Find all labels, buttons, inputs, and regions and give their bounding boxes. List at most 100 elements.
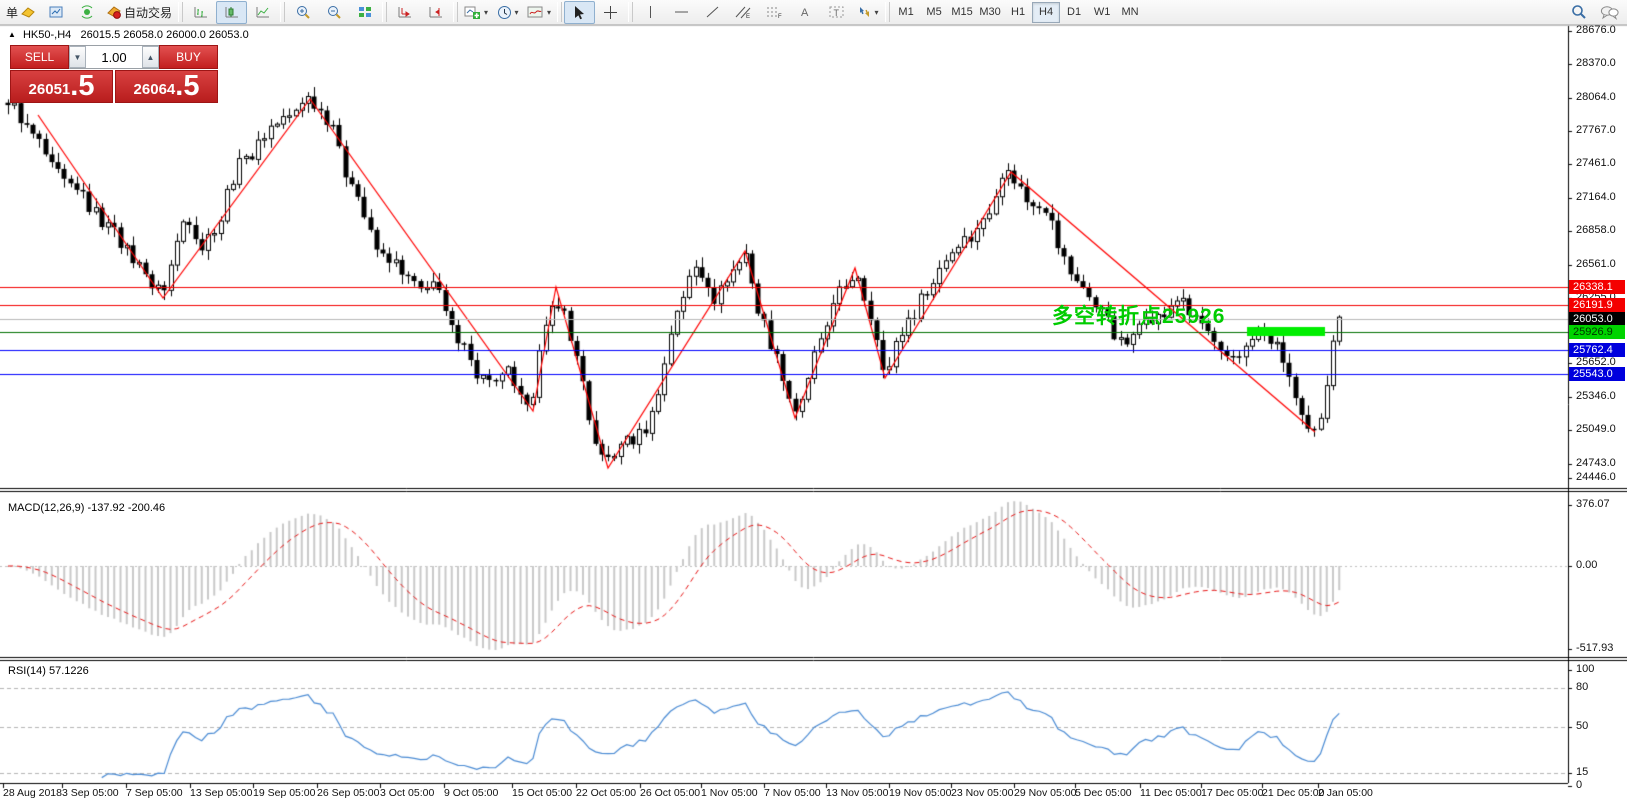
macd-name: MACD(12,26,9): [8, 502, 85, 514]
vertical-line-tool[interactable]: [635, 1, 666, 24]
fibonacci-tool[interactable]: F: [759, 1, 790, 24]
volume-increase-button[interactable]: ▲: [142, 46, 159, 68]
candlestick-chart-button[interactable]: [216, 0, 248, 24]
svg-text:F: F: [778, 14, 782, 19]
sell-button[interactable]: SELL: [10, 45, 69, 69]
svg-text:T: T: [834, 8, 840, 18]
vertical-line-icon: [650, 6, 652, 18]
macd-axis-label: 376.07: [1576, 498, 1610, 510]
toolbar-separator: [557, 2, 563, 22]
price-tag: 25543.0: [1569, 367, 1625, 381]
chart-header: ▲ HK50-,H4 26015.5 26058.0 26000.0 26053…: [8, 29, 249, 41]
toolbar-separator: [382, 2, 388, 22]
timeframe-M1[interactable]: M1: [892, 2, 920, 23]
price-tick-label: 24743.0: [1576, 457, 1616, 469]
tile-windows-icon: [358, 7, 371, 17]
timeframe-M15[interactable]: M15: [948, 2, 976, 23]
time-tick-label: 9 Oct 05:00: [444, 787, 499, 799]
indicators-button[interactable]: ▾: [460, 1, 492, 24]
time-tick-label: 22 Oct 05:00: [576, 787, 637, 799]
price-tick-label: 26561.0: [1576, 258, 1616, 270]
timeframe-W1[interactable]: W1: [1088, 2, 1116, 23]
new-order-button[interactable]: 单: [2, 1, 40, 24]
buy-button[interactable]: BUY: [159, 45, 218, 69]
volume-decrease-button[interactable]: ▼: [69, 46, 86, 68]
toolbar-separator: [453, 2, 459, 22]
templates-button[interactable]: ▾: [523, 1, 555, 24]
time-tick-label: 2 Jan 05:00: [1318, 787, 1373, 799]
macd-axis-label: 0.00: [1576, 559, 1598, 571]
timeframe-M5[interactable]: M5: [920, 2, 948, 23]
dropdown-caret-icon[interactable]: ▾: [484, 8, 488, 17]
search-button[interactable]: [1563, 1, 1594, 24]
arrows-tool[interactable]: ▾: [852, 1, 883, 24]
periods-button[interactable]: ▾: [492, 1, 523, 24]
cursor-tool-button[interactable]: [564, 0, 596, 24]
rsi-axis-label: 80: [1576, 681, 1589, 693]
price-tick-label: 27767.0: [1576, 124, 1616, 136]
chart-shift-icon: [429, 7, 442, 18]
timeframe-MN[interactable]: MN: [1116, 2, 1144, 23]
dropdown-caret-icon[interactable]: ▾: [875, 8, 879, 17]
toolbar-separator: [280, 2, 286, 22]
label-icon: T: [829, 6, 844, 18]
rsi-value: 57.1226: [48, 665, 89, 677]
zoom-out-button[interactable]: [318, 1, 349, 24]
channel-icon: E: [735, 6, 751, 19]
sell-price-frac: .5: [70, 70, 95, 102]
rsi-axis-label: 50: [1576, 720, 1589, 732]
time-tick-label: 7 Sep 05:00: [126, 787, 183, 799]
dropdown-caret-icon[interactable]: ▾: [515, 8, 519, 17]
timeframe-M30[interactable]: M30: [976, 2, 1004, 23]
rsi-axis-label: 0: [1576, 779, 1583, 791]
horizontal-line-tool[interactable]: [666, 1, 697, 24]
bar-chart-button[interactable]: [185, 1, 216, 24]
chart-shift-button[interactable]: [420, 1, 451, 24]
market-watch-button[interactable]: [40, 1, 71, 24]
dropdown-caret-icon[interactable]: ▾: [547, 8, 551, 17]
price-tag: 26338.1: [1569, 280, 1625, 294]
time-tick-label: 26 Sep 05:00: [317, 787, 380, 799]
chart-symbol-period: HK50-,H4: [22, 29, 72, 41]
line-chart-button[interactable]: [247, 1, 278, 24]
text-tool[interactable]: A: [790, 1, 821, 24]
timeframe-H1[interactable]: H1: [1004, 2, 1032, 23]
volume-stepper: ▼ 1.00 ▲: [69, 45, 159, 69]
new-order-icon: [21, 7, 35, 18]
timeframe-D1[interactable]: D1: [1060, 2, 1088, 23]
auto-scroll-button[interactable]: [389, 1, 420, 24]
pivot-annotation-text[interactable]: 多空转折点25926: [1052, 300, 1225, 330]
time-tick-label: 21 Dec 05:00: [1262, 787, 1325, 799]
price-tag: 25926.9: [1569, 325, 1625, 339]
equidistant-channel-tool[interactable]: E: [728, 1, 759, 24]
broadcast-button[interactable]: [71, 1, 102, 24]
time-tick-label: 29 Nov 05:00: [1014, 787, 1077, 799]
buy-price-frac: .5: [175, 70, 200, 102]
bar-chart-icon: [194, 7, 207, 18]
trendline-tool[interactable]: [697, 1, 728, 24]
sell-price-display[interactable]: 26051.5: [10, 70, 113, 103]
collapse-panel-arrow-icon[interactable]: ▲: [8, 30, 16, 39]
chart-window-icon: [49, 6, 63, 18]
chart-canvas[interactable]: [0, 0, 1627, 809]
buy-price-display[interactable]: 26064.5: [115, 70, 218, 103]
macd-value-main: -137.92: [87, 502, 125, 514]
zoom-in-button[interactable]: [287, 1, 318, 24]
macd-label: MACD(12,26,9) -137.92 -200.46: [8, 502, 165, 514]
crosshair-tool-button[interactable]: [595, 1, 626, 24]
zoom-out-icon: [327, 5, 341, 19]
time-tick-label: 13 Sep 05:00: [190, 787, 253, 799]
text-label-tool[interactable]: T: [821, 1, 852, 24]
broadcast-icon: [81, 5, 92, 19]
chat-button[interactable]: [1594, 1, 1625, 24]
candlestick-icon: [225, 7, 238, 18]
autotrade-button[interactable]: 自动交易: [102, 1, 176, 24]
tile-windows-button[interactable]: [349, 1, 380, 24]
chat-icon: [1600, 5, 1619, 20]
price-tag: 26053.0: [1569, 312, 1625, 326]
timeframe-H4[interactable]: H4: [1032, 1, 1061, 23]
autotrade-label: 自动交易: [124, 5, 173, 20]
mt4-window: 单 自动交易 ▾ ▾ ▾ E F A T ▾ M1 M5 M15 M30 H1 …: [0, 0, 1627, 809]
volume-value[interactable]: 1.00: [86, 46, 142, 68]
time-tick-label: 3 Sep 05:00: [62, 787, 119, 799]
